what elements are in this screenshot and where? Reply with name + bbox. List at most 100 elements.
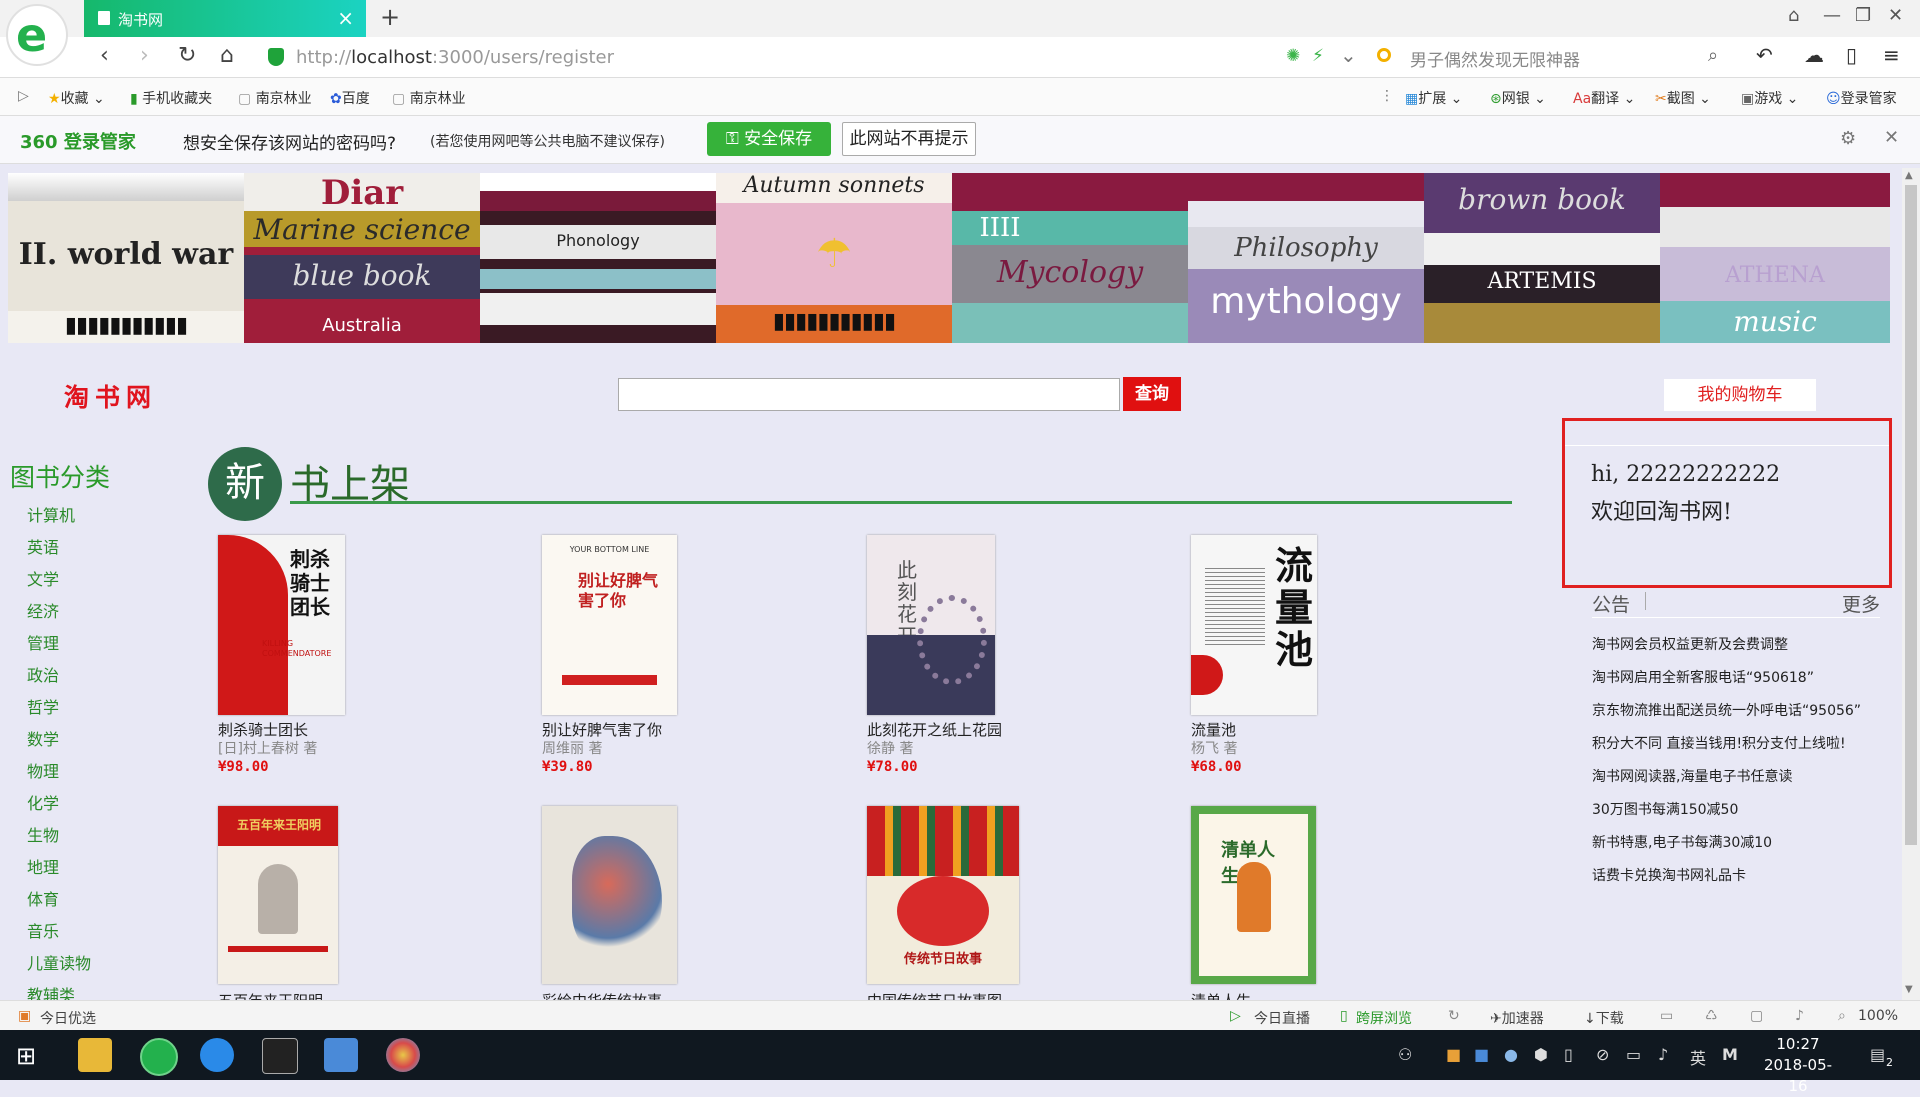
tray-app-icon[interactable]: ● [1504,1045,1518,1064]
category-math[interactable]: 数学 [27,726,59,750]
paint-icon[interactable] [386,1038,420,1072]
refresh-icon[interactable]: ↻ [1448,1008,1460,1024]
cart-link[interactable]: 我的购物车 [1664,379,1816,411]
category-literature[interactable]: 文学 [27,566,59,590]
today-picks-link[interactable]: 今日优选 [40,1008,96,1028]
notification-icon[interactable]: ▤ [1870,1045,1885,1064]
category-biology[interactable]: 生物 [27,822,59,846]
category-children[interactable]: 儿童读物 [27,950,91,974]
save-password-button[interactable]: ⚿ 安全保存 [707,122,831,156]
book-cover[interactable] [542,806,677,984]
scrollbar-thumb[interactable] [1905,185,1917,845]
book-title[interactable]: 刺杀骑士团长 [218,719,308,740]
bookmark-favorites[interactable]: ★收藏 ⌄ [48,88,105,108]
minimize-icon[interactable]: — [1823,5,1841,26]
notice-item[interactable]: 30万图书每满150减50 [1592,799,1738,819]
taskbar-clock[interactable]: 10:27 2018-05-16 [1758,1034,1838,1097]
category-chemistry[interactable]: 化学 [27,790,59,814]
forward-icon[interactable]: › [140,43,149,68]
book-title[interactable]: 此刻花开之纸上花园 [867,719,1002,740]
book-cover[interactable]: 流量池 [1191,535,1317,715]
scroll-up-icon[interactable]: ▲ [1905,170,1913,181]
bookmark-njfu-2[interactable]: ▢ 南京林业 [392,88,466,108]
window-icon[interactable]: ▭ [1660,1008,1673,1024]
category-sports[interactable]: 体育 [27,886,59,910]
reload-icon[interactable]: ↻ [178,43,196,68]
category-philosophy[interactable]: 哲学 [27,694,59,718]
windows-start-icon[interactable]: ⊞ [16,1042,36,1070]
tray-network-icon[interactable]: ⊘ [1596,1045,1609,1064]
zoom-level[interactable]: 100% [1858,1008,1898,1024]
more-icon[interactable]: ⋮ [1380,88,1394,104]
tray-volume-icon[interactable]: ♪ [1658,1045,1668,1064]
tray-security-icon[interactable]: ⬢ [1534,1045,1548,1064]
book-cover[interactable]: YOUR BOTTOM LINE 别让好脾气害了你 [542,535,677,715]
lightning-icon[interactable]: ⚡ [1312,46,1324,66]
close-window-icon[interactable]: ✕ [1888,5,1903,26]
live-link[interactable]: 今日直播 [1254,1008,1310,1028]
book-cover[interactable]: 五百年来王阳明 [218,806,338,984]
back-icon[interactable]: ‹ [100,43,109,68]
mobile-icon[interactable]: ▯ [1846,43,1857,67]
notice-more-link[interactable]: 更多 [1842,590,1880,617]
settings-gear-icon[interactable]: ⚙ [1840,128,1856,149]
clean-icon[interactable]: ♺ [1705,1008,1718,1024]
accelerator-link[interactable]: ✈加速器 [1490,1008,1544,1028]
undo-icon[interactable]: ↶ [1756,43,1773,67]
site-logo[interactable]: 淘书网 [64,378,157,414]
tray-battery-icon[interactable]: ▯ [1564,1045,1573,1064]
bookmark-baidu[interactable]: ✿百度 [330,88,370,108]
remote-desktop-icon[interactable] [324,1038,358,1072]
book-title[interactable]: 流量池 [1191,719,1236,740]
category-economics[interactable]: 经济 [27,598,59,622]
home-icon[interactable]: ⌂ [220,43,234,68]
browser-tab[interactable]: 淘书网 × [84,0,366,37]
search-button[interactable]: 查询 [1123,377,1181,411]
bookmark-mobile[interactable]: ▮ 手机收藏夹 [130,88,212,108]
scroll-down-icon[interactable]: ▼ [1905,984,1913,995]
dropdown-icon[interactable]: ⌄ [1340,43,1357,67]
category-management[interactable]: 管理 [27,630,59,654]
terminal-icon[interactable] [262,1038,298,1074]
book-cover[interactable]: 传统节日故事 [867,806,1019,984]
user-tray-icon[interactable]: ⚇ [1398,1045,1412,1064]
tray-app-icon[interactable]: ■ [1474,1045,1489,1064]
notice-item[interactable]: 话费卡兑换淘书网礼品卡 [1592,865,1746,885]
search-icon[interactable]: ⌕ [1708,45,1718,66]
notice-item[interactable]: 淘书网阅读器,海量电子书任意读 [1592,766,1792,786]
file-explorer-icon[interactable] [78,1038,112,1072]
ime-indicator[interactable]: 英 [1690,1045,1706,1069]
category-english[interactable]: 英语 [27,534,59,558]
sidebar-toggle-icon[interactable]: ▷ [18,88,29,104]
category-music[interactable]: 音乐 [27,918,59,942]
notice-item[interactable]: 积分大不同 直接当钱用!积分支付上线啦! [1592,733,1846,753]
notice-item[interactable]: 新书特惠,电子书每满30减10 [1592,832,1772,852]
toolbar-translate[interactable]: Aa翻译 ⌄ [1573,88,1635,108]
toolbar-extensions[interactable]: ▦扩展 ⌄ [1405,88,1462,108]
cloud-icon[interactable]: ☁ [1804,43,1824,67]
notice-item[interactable]: 京东物流推出配送员统一外呼电话“95056” [1592,700,1861,720]
close-tab-icon[interactable]: × [337,6,354,30]
fullscreen-icon[interactable]: ▢ [1750,1008,1763,1024]
security-shield-icon[interactable] [268,48,284,66]
never-prompt-button[interactable]: 此网站不再提示 [842,122,976,156]
notice-item[interactable]: 淘书网启用全新客服电话“950618” [1592,667,1814,687]
category-politics[interactable]: 政治 [27,662,59,686]
book-cover[interactable]: 清单人生 [1191,806,1316,984]
ime-mode-indicator[interactable]: M [1722,1045,1738,1064]
close-bar-icon[interactable]: ✕ [1884,127,1899,148]
search-input[interactable]: 男子偶然发现无限神器 [1410,46,1580,71]
new-tab-button[interactable]: + [380,3,400,31]
search-engine-icon[interactable] [1377,48,1391,62]
book-cover[interactable]: 此刻花开 [867,535,995,715]
skin-icon[interactable]: ⌂ [1788,5,1799,26]
category-computer[interactable]: 计算机 [27,502,75,526]
download-link[interactable]: ↓下载 [1584,1008,1624,1028]
bookmark-njfu-1[interactable]: ▢ 南京林业 [238,88,312,108]
category-geography[interactable]: 地理 [27,854,59,878]
notice-item[interactable]: 淘书网会员权益更新及会费调整 [1592,634,1788,654]
toolbar-screenshot[interactable]: ✂截图 ⌄ [1655,88,1711,108]
book-cover[interactable]: 刺杀骑士团长 KILLING COMMENDATORE [218,535,345,715]
category-physics[interactable]: 物理 [27,758,59,782]
app-icon[interactable] [200,1038,234,1072]
